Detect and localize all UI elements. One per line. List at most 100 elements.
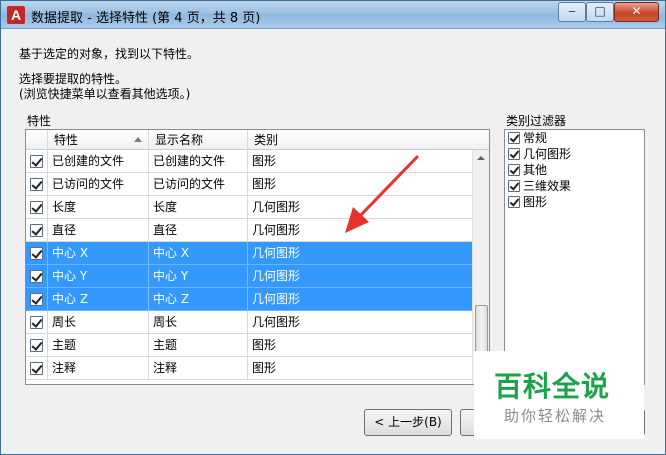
cell-property: 中心 X bbox=[48, 242, 149, 265]
cell-property: 已访问的文件 bbox=[48, 173, 149, 196]
app-logo-icon: A bbox=[7, 6, 25, 24]
cell-category: 图形 bbox=[252, 154, 277, 168]
table-body: 已创建的文件 已创建的文件 图形 已访问的文件 已访问的文件 图形 长度 长度 几何图形 直径 直径… bbox=[26, 150, 472, 380]
cell-category: 几何图形 bbox=[252, 315, 301, 329]
sort-ascending-icon bbox=[134, 137, 142, 142]
header-checkbox-column[interactable] bbox=[26, 130, 48, 150]
checkbox-checked-icon[interactable] bbox=[30, 247, 43, 260]
table-row[interactable]: 中心 X 中心 X 几何图形 bbox=[26, 242, 472, 265]
checkbox-checked-icon[interactable] bbox=[30, 339, 43, 352]
minimize-button[interactable]: ‒ bbox=[558, 2, 586, 22]
window-title: 数据提取 - 选择特性 (第 4 页，共 8 页) bbox=[31, 11, 261, 26]
row-checkbox-cell bbox=[26, 288, 48, 311]
cell-display-name[interactable]: 直径 bbox=[149, 219, 248, 242]
cell-property: 长度 bbox=[48, 196, 149, 219]
row-checkbox-cell bbox=[26, 242, 48, 265]
header-category[interactable]: 类别 bbox=[248, 130, 489, 150]
cell-property: 注释 bbox=[48, 357, 149, 380]
cell-display-name[interactable]: 已创建的文件 bbox=[149, 150, 248, 173]
row-checkbox-cell bbox=[26, 150, 48, 173]
filter-item-label: 几何图形 bbox=[523, 147, 572, 161]
cell-property: 直径 bbox=[48, 219, 149, 242]
cell-property: 已创建的文件 bbox=[48, 150, 149, 173]
checkbox-checked-icon[interactable] bbox=[508, 132, 520, 144]
filter-item[interactable]: 图形 bbox=[505, 194, 644, 210]
checkbox-checked-icon[interactable] bbox=[30, 270, 43, 283]
checkbox-checked-icon[interactable] bbox=[30, 178, 43, 191]
table-row[interactable]: 已创建的文件 已创建的文件 图形 bbox=[26, 150, 472, 173]
filter-item-label: 三维效果 bbox=[523, 179, 572, 193]
cell-property: 周长 bbox=[48, 311, 149, 334]
cell-category: 几何图形 bbox=[252, 269, 301, 283]
table-row[interactable]: 周长 周长 几何图形 bbox=[26, 311, 472, 334]
table-row[interactable]: 长度 长度 几何图形 bbox=[26, 196, 472, 219]
cell-display-name[interactable]: 已访问的文件 bbox=[149, 173, 248, 196]
close-button[interactable]: ✕ bbox=[614, 2, 659, 22]
watermark: 百科全说 助你轻松解决 bbox=[474, 351, 644, 439]
previous-button[interactable]: < 上一步(B) bbox=[364, 409, 452, 436]
header-property[interactable]: 特性 bbox=[48, 130, 149, 150]
filter-item[interactable]: 几何图形 bbox=[505, 146, 644, 162]
checkbox-checked-icon[interactable] bbox=[508, 196, 520, 208]
cell-display-name[interactable]: 主题 bbox=[149, 334, 248, 357]
maximize-button[interactable]: □ bbox=[586, 2, 614, 22]
row-checkbox-cell bbox=[26, 311, 48, 334]
checkbox-checked-icon[interactable] bbox=[30, 224, 43, 237]
properties-group-label: 特性 bbox=[27, 114, 52, 128]
table-row[interactable]: 已访问的文件 已访问的文件 图形 bbox=[26, 173, 472, 196]
intro-text-1: 基于选定的对象，找到以下特性。 bbox=[19, 47, 200, 61]
checkbox-checked-icon[interactable] bbox=[30, 155, 43, 168]
cell-display-name[interactable]: 注释 bbox=[149, 357, 248, 380]
table-row[interactable]: 注释 注释 图形 bbox=[26, 357, 472, 380]
filter-item[interactable]: 三维效果 bbox=[505, 178, 644, 194]
watermark-subtitle: 助你轻松解决 bbox=[504, 407, 607, 425]
cell-category: 几何图形 bbox=[252, 246, 301, 260]
cell-display-name[interactable]: 周长 bbox=[149, 311, 248, 334]
table-row[interactable]: 中心 Y 中心 Y 几何图形 bbox=[26, 265, 472, 288]
row-checkbox-cell bbox=[26, 334, 48, 357]
header-display-name[interactable]: 显示名称 bbox=[149, 130, 248, 150]
cell-property: 中心 Y bbox=[48, 265, 149, 288]
cell-display-name[interactable]: 中心 Z bbox=[149, 288, 248, 311]
cell-category: 几何图形 bbox=[252, 223, 301, 237]
filter-item[interactable]: 其他 bbox=[505, 162, 644, 178]
table-scrollbar[interactable] bbox=[472, 150, 489, 384]
cell-property: 主题 bbox=[48, 334, 149, 357]
cell-display-name[interactable]: 长度 bbox=[149, 196, 248, 219]
cell-display-name[interactable]: 中心 X bbox=[149, 242, 248, 265]
cell-display-name[interactable]: 中心 Y bbox=[149, 265, 248, 288]
cell-property: 中心 Z bbox=[48, 288, 149, 311]
filter-group-label: 类别过滤器 bbox=[506, 114, 567, 128]
checkbox-checked-icon[interactable] bbox=[30, 201, 43, 214]
table-row[interactable]: 主题 主题 图形 bbox=[26, 334, 472, 357]
title-bar[interactable]: A 数据提取 - 选择特性 (第 4 页，共 8 页) ‒ □ ✕ bbox=[1, 1, 665, 29]
header-property-label: 特性 bbox=[54, 133, 79, 147]
cell-category: 几何图形 bbox=[252, 292, 301, 306]
checkbox-checked-icon[interactable] bbox=[30, 316, 43, 329]
checkbox-checked-icon[interactable] bbox=[508, 164, 520, 176]
intro-text-3: (浏览快捷菜单以查看其他选项。) bbox=[19, 87, 191, 101]
table-row[interactable]: 直径 直径 几何图形 bbox=[26, 219, 472, 242]
watermark-title: 百科全说 bbox=[494, 370, 611, 403]
table-header: 特性 显示名称 类别 bbox=[26, 130, 489, 150]
filter-item-label: 常规 bbox=[523, 131, 548, 145]
row-checkbox-cell bbox=[26, 265, 48, 288]
row-checkbox-cell bbox=[26, 219, 48, 242]
category-filter-list[interactable]: 常规几何图形其他三维效果图形 bbox=[504, 129, 645, 385]
cell-category: 图形 bbox=[252, 177, 277, 191]
checkbox-checked-icon[interactable] bbox=[508, 148, 520, 160]
filter-item-label: 其他 bbox=[523, 163, 548, 177]
checkbox-checked-icon[interactable] bbox=[30, 362, 43, 375]
cell-category: 图形 bbox=[252, 338, 277, 352]
row-checkbox-cell bbox=[26, 196, 48, 219]
checkbox-checked-icon[interactable] bbox=[508, 180, 520, 192]
checkbox-checked-icon[interactable] bbox=[30, 293, 43, 306]
scroll-up-icon[interactable] bbox=[477, 156, 485, 160]
filter-item-label: 图形 bbox=[523, 195, 548, 209]
dialog-window: A 数据提取 - 选择特性 (第 4 页，共 8 页) ‒ □ ✕ 基于选定的对… bbox=[0, 0, 666, 455]
filter-item[interactable]: 常规 bbox=[505, 130, 644, 146]
row-checkbox-cell bbox=[26, 173, 48, 196]
table-row[interactable]: 中心 Z 中心 Z 几何图形 bbox=[26, 288, 472, 311]
properties-table[interactable]: 特性 显示名称 类别 已创建的文件 已创建的文件 图形 已访问的文件 已访问的文件 图形长… bbox=[25, 129, 490, 385]
cell-category: 几何图形 bbox=[252, 200, 301, 214]
